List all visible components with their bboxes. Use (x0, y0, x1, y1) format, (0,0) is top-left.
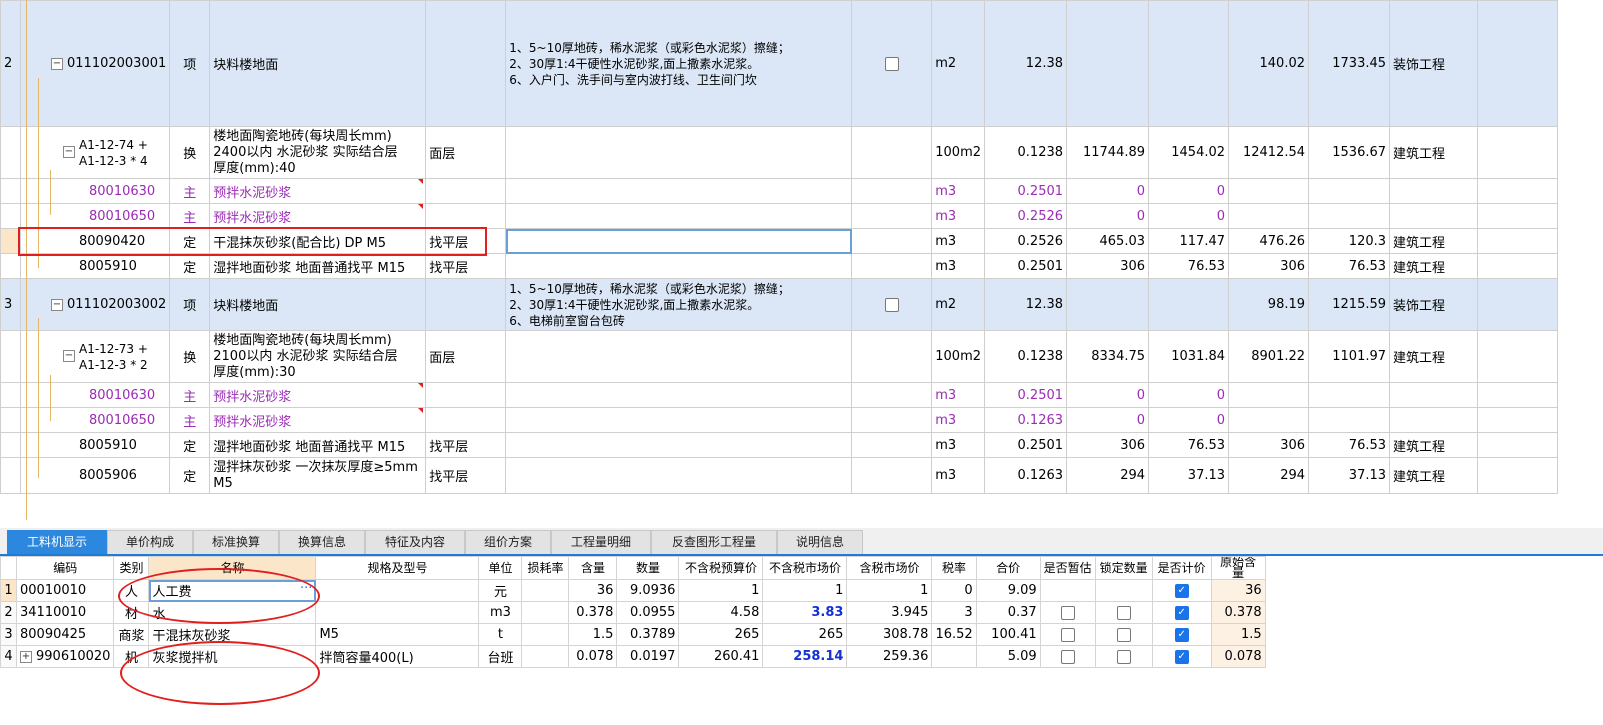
bill-row[interactable]: − A1-12-74 + A1-12-3 * 4 换 楼地面陶瓷地砖(每块周长mm)… (0, 126, 1559, 179)
tab-features-content[interactable]: 特征及内容 (365, 530, 465, 554)
provisional-checkbox[interactable] (1060, 605, 1075, 620)
resource-row[interactable]: 3 80090425 商浆 干混抹灰砂浆 M5 t 1.5 0.3789 265… (0, 623, 1266, 646)
tab-notes[interactable]: 说明信息 (777, 530, 863, 554)
checkbox[interactable] (884, 297, 899, 312)
tree-line (26, 280, 27, 520)
bill-row[interactable]: 8005910 定 湿拌地面砂浆 地面普通找平 M15 找平层 m3 0.250… (0, 253, 1559, 279)
detail-tabs: 工料机显示 单价构成 标准换算 换算信息 特征及内容 组价方案 工程量明细 反查… (0, 528, 1603, 556)
tab-pricing-scheme[interactable]: 组价方案 (465, 530, 551, 554)
item-name[interactable]: 楼地面陶瓷地砖(每块周长mm) 2400以内 水泥砂浆 实际结合层 厚度(mm):4… (209, 126, 427, 179)
bill-row[interactable]: 2 −011102003001 项 块料楼地面 1、5~10厚地砖，稀水泥浆（或… (0, 0, 1559, 127)
priced-checkbox[interactable]: ✓ (1174, 583, 1189, 598)
item-qty[interactable]: 12.38 (984, 0, 1068, 127)
item-unit: m2 (931, 0, 986, 127)
tab-unit-price-composition[interactable]: 单价构成 (107, 530, 193, 554)
tab-conversion-info[interactable]: 换算信息 (279, 530, 365, 554)
tree-line (26, 0, 27, 280)
item-spec[interactable] (425, 0, 507, 127)
priced-checkbox[interactable]: ✓ (1174, 649, 1189, 664)
tree-line (38, 78, 39, 268)
bill-row[interactable]: − A1-12-73 + A1-12-3 * 2 换 楼地面陶瓷地砖(每块周长mm)… (0, 330, 1559, 383)
expand-icon[interactable]: + (20, 650, 32, 663)
provisional-checkbox[interactable] (1060, 649, 1075, 664)
more-icon[interactable]: ··· (300, 581, 312, 596)
tree-line (50, 170, 51, 215)
bill-grid: 2 −011102003001 项 块料楼地面 1、5~10厚地砖，稀水泥浆（或… (0, 0, 1603, 523)
name-cell-active[interactable]: 人工费 ··· (148, 579, 317, 602)
collapse-icon[interactable]: − (63, 350, 75, 362)
resource-table: 编码 类别 名称 规格及型号 单位 损耗率 含量 数量 不含税预算价 不含税市场… (0, 556, 1266, 668)
tree-line (38, 318, 39, 478)
item-type: 项 (169, 0, 211, 127)
item-name[interactable]: 块料楼地面 (209, 0, 427, 127)
item-features[interactable]: 1、5~10厚地砖，稀水泥浆（或彩色水泥浆）擦缝； 2、30厚1:4干硬性水泥砂浆… (505, 0, 853, 127)
item-features[interactable]: 1、5~10厚地砖，稀水泥浆（或彩色水泥浆）擦缝； 2、30厚1:4干硬性水泥砂浆… (505, 278, 853, 331)
active-cell[interactable] (505, 228, 853, 254)
tab-quantity-details[interactable]: 工程量明细 (551, 530, 651, 554)
tab-standard-conversion[interactable]: 标准换算 (193, 530, 279, 554)
bill-row[interactable]: 8005906 定 湿拌抹灰砂浆 一次抹灰厚度≥5mm M5 找平层 m3 0.1… (0, 457, 1559, 494)
checkbox[interactable] (884, 56, 899, 71)
item-code: 011102003001 (67, 56, 167, 71)
lock-qty-checkbox[interactable] (1116, 627, 1131, 642)
tab-reverse-graphic-quantity[interactable]: 反查图形工程量 (651, 530, 777, 554)
collapse-icon[interactable]: − (51, 57, 63, 70)
bill-row[interactable]: 80010630 主 预拌水泥砂浆 m3 0.2501 0 0 (0, 178, 1559, 204)
resource-row[interactable]: 1 00010010 人 人工费 ··· 元 36 9.0936 1 1 1 0 … (0, 579, 1266, 602)
bill-row[interactable]: 80010630 主 预拌水泥砂浆 m3 0.2501 0 0 (0, 382, 1559, 408)
resource-row[interactable]: 4 +990610020 机 灰浆搅拌机 拌筒容量400(L) 台班 0.078… (0, 645, 1266, 668)
resource-row[interactable]: 2 34110010 材 水 m3 0.378 0.0955 4.58 3.83… (0, 601, 1266, 624)
collapse-icon[interactable]: − (63, 146, 75, 158)
lock-qty-checkbox[interactable] (1116, 649, 1131, 664)
item-profession: 装饰工程 (1389, 0, 1479, 127)
tree-line (50, 375, 51, 421)
tab-labor-material-machine[interactable]: 工料机显示 (7, 530, 107, 554)
resource-grid: 编码 类别 名称 规格及型号 单位 损耗率 含量 数量 不含税预算价 不含税市场… (0, 556, 1266, 668)
bill-row-current[interactable]: 80090420 定 干混抹灰砂浆(配合比) DP M5 找平层 m3 0.25… (0, 228, 1559, 254)
lock-qty-checkbox[interactable] (1116, 605, 1131, 620)
provisional-checkbox[interactable] (1060, 627, 1075, 642)
priced-checkbox[interactable]: ✓ (1174, 627, 1189, 642)
row-number: 2 (0, 0, 21, 127)
bill-row[interactable]: 8005910 定 湿拌地面砂浆 地面普通找平 M15 找平层 m3 0.250… (0, 432, 1559, 458)
collapse-icon[interactable]: − (51, 298, 63, 311)
resource-header-row: 编码 类别 名称 规格及型号 单位 损耗率 含量 数量 不含税预算价 不含税市场… (0, 556, 1266, 580)
bill-row[interactable]: 3 −011102003002 项 块料楼地面 1、5~10厚地砖，稀水泥浆（或… (0, 278, 1559, 331)
bill-row[interactable]: 80010650 主 预拌水泥砂浆 m3 0.1263 0 0 (0, 407, 1559, 433)
bill-row[interactable]: 80010650 主 预拌水泥砂浆 m3 0.2526 0 0 (0, 203, 1559, 229)
bill-table: 2 −011102003001 项 块料楼地面 1、5~10厚地砖，稀水泥浆（或… (0, 0, 1559, 494)
priced-checkbox[interactable]: ✓ (1174, 605, 1189, 620)
